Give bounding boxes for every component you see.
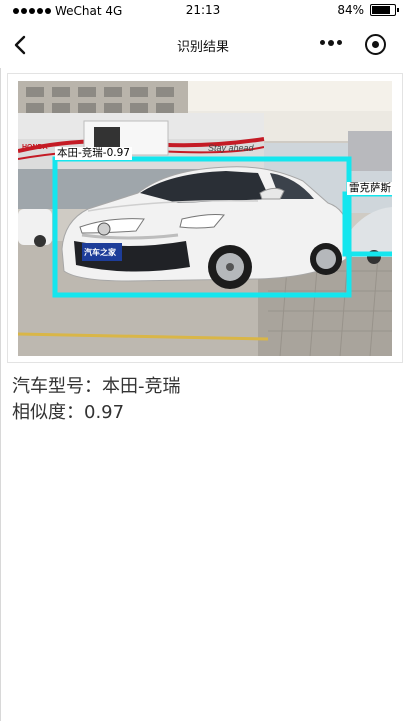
brand-banner-text: HONDA bbox=[22, 144, 48, 151]
car-model-label: 汽车型号： bbox=[12, 376, 102, 397]
battery-percent: 84% bbox=[337, 3, 364, 17]
more-options-button[interactable] bbox=[320, 39, 342, 46]
similarity-value: 0.97 bbox=[84, 402, 125, 423]
mini-program-capsule bbox=[302, 30, 392, 60]
similarity-line: 相似度：0.97 bbox=[12, 398, 124, 424]
dealer-sign-text: Stay ahead bbox=[208, 143, 255, 153]
more-dots-icon bbox=[320, 40, 325, 45]
car-model-line: 汽车型号：本田-竞瑞 bbox=[12, 372, 181, 398]
recognized-car-photo[interactable]: HONDA Stay ahead 汽车之家 本田-竞瑞-0.97 雷克萨斯 bbox=[18, 81, 392, 356]
navigation-bar: 识别结果 bbox=[0, 22, 406, 68]
car-model-value: 本田-竞瑞 bbox=[102, 376, 181, 397]
status-bar: WeChat 4G 21:13 84% bbox=[0, 0, 406, 22]
plate-text: 汽车之家 bbox=[84, 247, 117, 257]
recognition-result-card: HONDA Stay ahead 汽车之家 本田-竞瑞-0.97 雷克萨斯 bbox=[7, 73, 403, 363]
close-mini-program-button[interactable] bbox=[365, 34, 386, 55]
detection-label-2: 雷克萨斯 bbox=[347, 182, 392, 195]
detection-label-1: 本田-竞瑞-0.97 bbox=[55, 147, 132, 160]
car-photo-illustration: HONDA Stay ahead 汽车之家 bbox=[18, 81, 392, 356]
battery-icon bbox=[370, 4, 399, 16]
similarity-label: 相似度： bbox=[12, 402, 84, 423]
battery-info: 84% bbox=[337, 3, 399, 17]
page-border bbox=[0, 68, 1, 721]
